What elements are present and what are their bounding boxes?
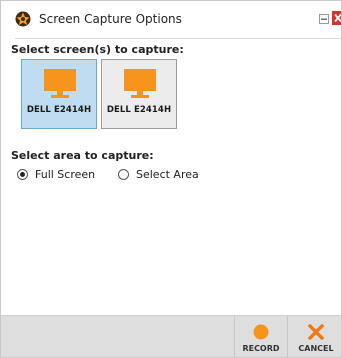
cancel-x-icon — [308, 324, 324, 340]
record-icon — [253, 324, 269, 340]
full-screen-radio[interactable]: Full Screen — [17, 167, 95, 181]
title-bar: Screen Capture Options — [1, 1, 341, 37]
monitor-name: DELL E2414H — [106, 105, 172, 115]
monitor-icon — [124, 69, 156, 98]
close-icon[interactable] — [332, 11, 342, 25]
select-area-label: Select area to capture: — [11, 149, 154, 162]
app-logo-icon — [15, 11, 31, 27]
minimize-icon[interactable] — [319, 14, 329, 24]
radio-selected-icon — [17, 168, 28, 180]
window-title: Screen Capture Options — [39, 12, 182, 26]
select-screens-label: Select screen(s) to capture: — [11, 43, 184, 56]
monitor-tile-2[interactable]: DELL E2414H — [101, 59, 177, 129]
monitor-tile-1[interactable]: DELL E2414H — [21, 59, 97, 129]
radio-unselected-icon — [118, 168, 129, 180]
select-area-radio-label: Select Area — [136, 167, 199, 181]
monitor-icon — [44, 69, 76, 98]
full-screen-radio-label: Full Screen — [35, 167, 96, 181]
record-button-label: RECORD — [242, 344, 280, 353]
record-button[interactable]: RECORD — [234, 316, 287, 357]
title-divider — [15, 38, 341, 39]
cancel-button-label: CANCEL — [298, 344, 334, 353]
screen-capture-options-window: Screen Capture Options Select screen(s) … — [0, 0, 342, 358]
footer-toolbar: RECORD CANCEL — [1, 315, 341, 357]
monitor-name: DELL E2414H — [26, 105, 92, 115]
select-area-radio[interactable]: Select Area — [118, 167, 199, 181]
cancel-button[interactable]: CANCEL — [287, 316, 341, 357]
